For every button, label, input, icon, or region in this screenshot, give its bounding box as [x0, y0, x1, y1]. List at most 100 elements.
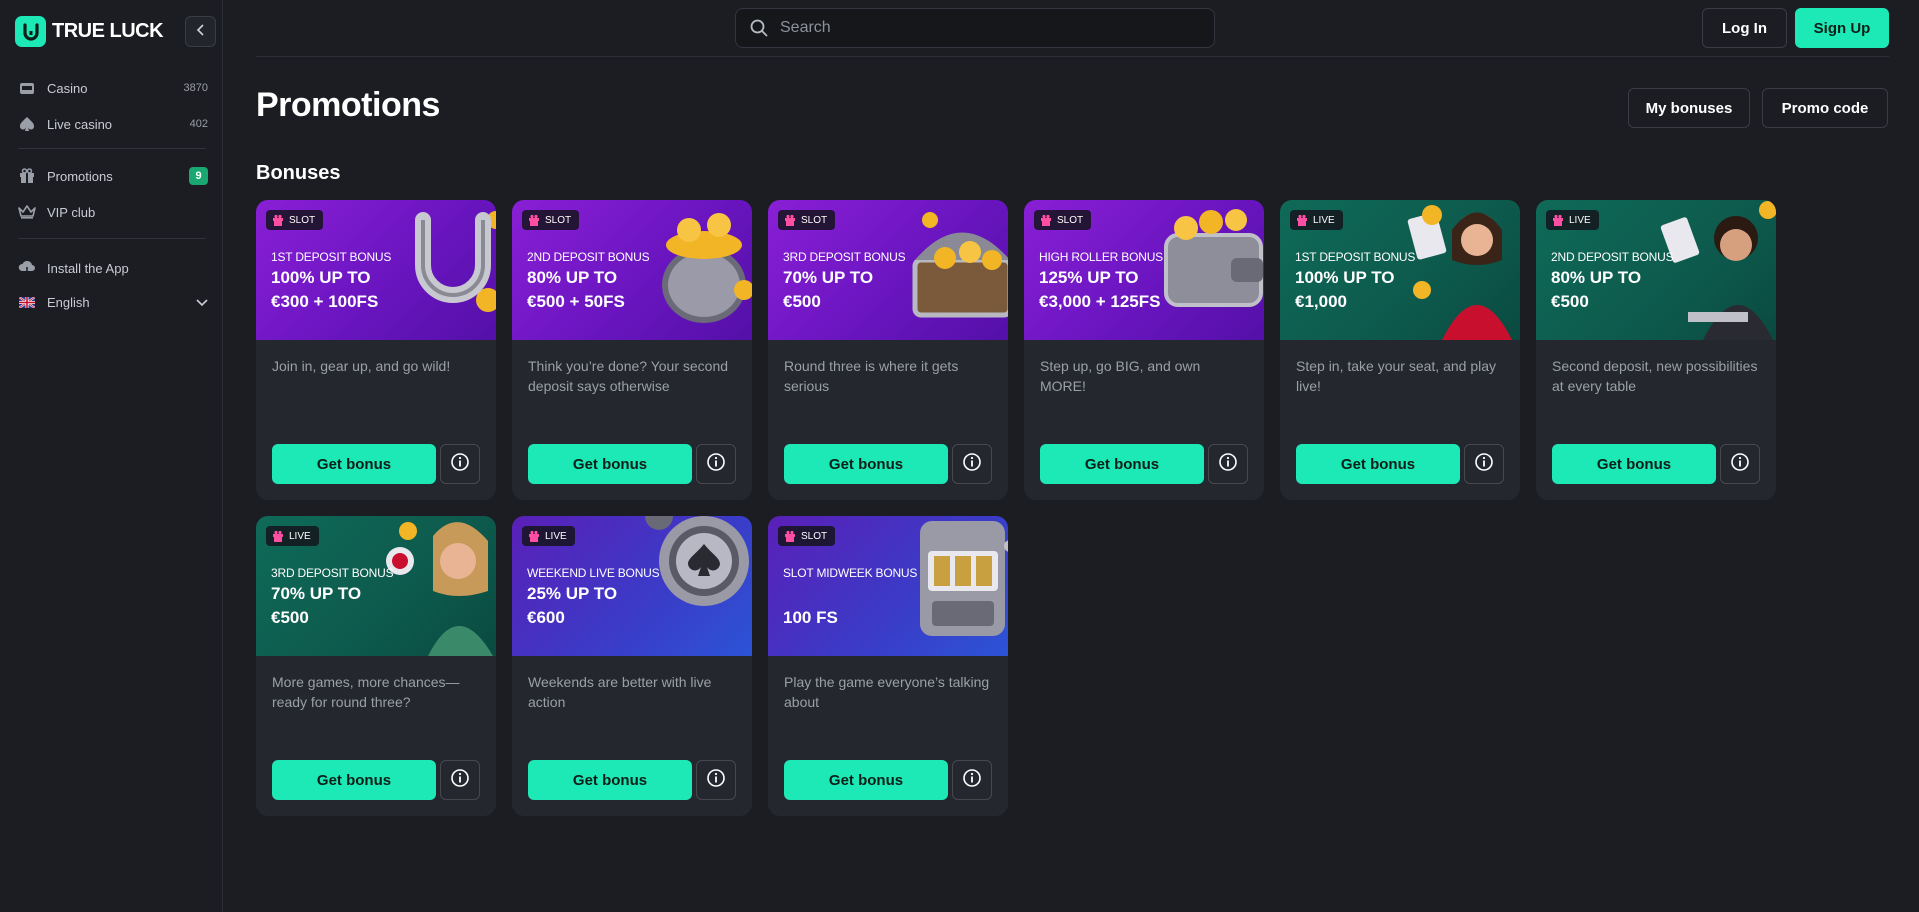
tag-label: LIVE — [289, 530, 311, 542]
bonus-description: Play the game everyone’s talking about — [784, 674, 990, 710]
bonus-subtitle: 1ST DEPOSIT BONUS — [1295, 250, 1416, 264]
casino-icon — [18, 79, 36, 97]
my-bonuses-button[interactable]: My bonuses — [1628, 88, 1750, 128]
bonus-amount: 100 FS — [783, 582, 933, 630]
sidebar-item-label: Casino — [47, 80, 88, 96]
sidebar-item-casino[interactable]: Casino 3870 — [18, 77, 208, 99]
search-bar[interactable] — [735, 8, 1215, 48]
bonus-description: Weekends are better with live action — [528, 674, 712, 710]
get-bonus-button[interactable]: Get bonus — [528, 444, 692, 484]
info-icon — [1730, 452, 1750, 477]
bonus-subtitle: SLOT MIDWEEK BONUS — [783, 566, 918, 580]
bonus-banner: LIVE 2ND DEPOSIT BONUS 80% UP TO €500 — [1536, 200, 1776, 340]
sidebar-item-vip-club[interactable]: VIP club — [18, 201, 208, 223]
gift-icon — [784, 530, 797, 543]
info-button[interactable] — [440, 444, 480, 484]
get-bonus-button[interactable]: Get bonus — [528, 760, 692, 800]
bonus-amount: 70% UP TO €500 — [271, 582, 421, 630]
promotions-badge: 9 — [189, 167, 208, 185]
bonus-amount: 80% UP TO €500 — [1551, 266, 1701, 314]
bonus-card: LIVE 1ST DEPOSIT BONUS 100% UP TO €1,000… — [1280, 200, 1520, 500]
info-button[interactable] — [952, 444, 992, 484]
bonus-line-2: €1,000 — [1295, 292, 1347, 311]
category-tag: SLOT — [778, 210, 836, 230]
bonus-subtitle: 2ND DEPOSIT BONUS — [1551, 250, 1674, 264]
get-bonus-button[interactable]: Get bonus — [784, 760, 948, 800]
bonus-amount: 80% UP TO €500 + 50FS — [527, 266, 677, 314]
bonus-banner: LIVE 1ST DEPOSIT BONUS 100% UP TO €1,000 — [1280, 200, 1520, 340]
bonus-card: LIVE 2ND DEPOSIT BONUS 80% UP TO €500 Se… — [1536, 200, 1776, 500]
bonus-line-2: €500 + 50FS — [527, 292, 625, 311]
bonus-banner: SLOT 3RD DEPOSIT BONUS 70% UP TO €500 — [768, 200, 1008, 340]
bonus-banner: SLOT SLOT MIDWEEK BONUS 100 FS — [768, 516, 1008, 656]
category-tag: SLOT — [1034, 210, 1092, 230]
bonus-line-2: €600 — [527, 608, 565, 627]
get-bonus-button[interactable]: Get bonus — [1552, 444, 1716, 484]
sidebar-item-install-app[interactable]: Install the App — [18, 257, 208, 279]
bonus-subtitle: 1ST DEPOSIT BONUS — [271, 250, 392, 264]
info-button[interactable] — [696, 760, 736, 800]
bonus-amount: 100% UP TO €300 + 100FS — [271, 266, 421, 314]
tag-label: SLOT — [801, 214, 828, 226]
info-icon — [706, 768, 726, 793]
uk-flag-icon — [18, 293, 36, 311]
info-button[interactable] — [440, 760, 480, 800]
bonus-description: Step in, take your seat, and play live! — [1296, 358, 1497, 394]
get-bonus-button[interactable]: Get bonus — [272, 760, 436, 800]
bonus-description: Join in, gear up, and go wild! — [272, 358, 451, 374]
bonus-banner: SLOT 1ST DEPOSIT BONUS 100% UP TO €300 +… — [256, 200, 496, 340]
header-divider — [256, 56, 1889, 57]
collapse-sidebar-button[interactable] — [185, 16, 216, 47]
search-input[interactable] — [780, 19, 1180, 37]
bonus-subtitle: 3RD DEPOSIT BONUS — [271, 566, 394, 580]
bonus-line-1: 100% UP TO — [271, 268, 371, 287]
category-tag: SLOT — [778, 526, 836, 546]
sidebar-item-live-casino[interactable]: Live casino 402 — [18, 113, 208, 135]
category-tag: LIVE — [1290, 210, 1343, 230]
info-button[interactable] — [1464, 444, 1504, 484]
language-selector[interactable]: English — [18, 291, 208, 313]
get-bonus-button[interactable]: Get bonus — [1040, 444, 1204, 484]
sidebar-item-label: Promotions — [47, 168, 113, 184]
bonus-line-2: €500 — [783, 292, 821, 311]
bonus-line-2: €500 — [1551, 292, 1589, 311]
sidebar-item-label: Live casino — [47, 116, 113, 132]
bonus-amount: 70% UP TO €500 — [783, 266, 933, 314]
bonus-description: Round three is where it gets serious — [784, 358, 959, 394]
bonus-card: SLOT HIGH ROLLER BONUS 125% UP TO €3,000… — [1024, 200, 1264, 500]
get-bonus-button[interactable]: Get bonus — [784, 444, 948, 484]
bonus-amount: 125% UP TO €3,000 + 125FS — [1039, 266, 1189, 314]
login-button[interactable]: Log In — [1702, 8, 1787, 48]
page-title: Promotions — [256, 86, 440, 124]
info-icon — [962, 768, 982, 793]
spade-icon — [18, 115, 36, 133]
bonus-line-1: 80% UP TO — [527, 268, 618, 287]
bonus-subtitle: WEEKEND LIVE BONUS — [527, 566, 660, 580]
language-label: English — [47, 294, 90, 310]
info-button[interactable] — [696, 444, 736, 484]
get-bonus-button[interactable]: Get bonus — [1296, 444, 1460, 484]
tag-label: LIVE — [545, 530, 567, 542]
category-tag: LIVE — [522, 526, 575, 546]
tag-label: SLOT — [1057, 214, 1084, 226]
bonus-line-1: 70% UP TO — [783, 268, 874, 287]
info-button[interactable] — [952, 760, 992, 800]
divider — [18, 148, 206, 149]
gift-icon — [528, 530, 541, 543]
bonus-line-2: €500 — [271, 608, 309, 627]
sidebar-item-promotions[interactable]: Promotions 9 — [18, 165, 208, 187]
bonus-banner: LIVE WEEKEND LIVE BONUS 25% UP TO €600 — [512, 516, 752, 656]
gift-icon — [272, 530, 285, 543]
live-casino-count: 402 — [189, 118, 208, 130]
promo-code-button[interactable]: Promo code — [1762, 88, 1888, 128]
bonus-line-1: 70% UP TO — [271, 584, 362, 603]
bonus-card: SLOT 1ST DEPOSIT BONUS 100% UP TO €300 +… — [256, 200, 496, 500]
info-button[interactable] — [1208, 444, 1248, 484]
logo[interactable]: TRUE LUCK — [15, 16, 164, 47]
bonus-description: Step up, go BIG, and own MORE! — [1040, 358, 1201, 394]
signup-button[interactable]: Sign Up — [1795, 8, 1889, 48]
bonus-line-1: 80% UP TO — [1551, 268, 1642, 287]
info-button[interactable] — [1720, 444, 1760, 484]
info-icon — [962, 452, 982, 477]
get-bonus-button[interactable]: Get bonus — [272, 444, 436, 484]
